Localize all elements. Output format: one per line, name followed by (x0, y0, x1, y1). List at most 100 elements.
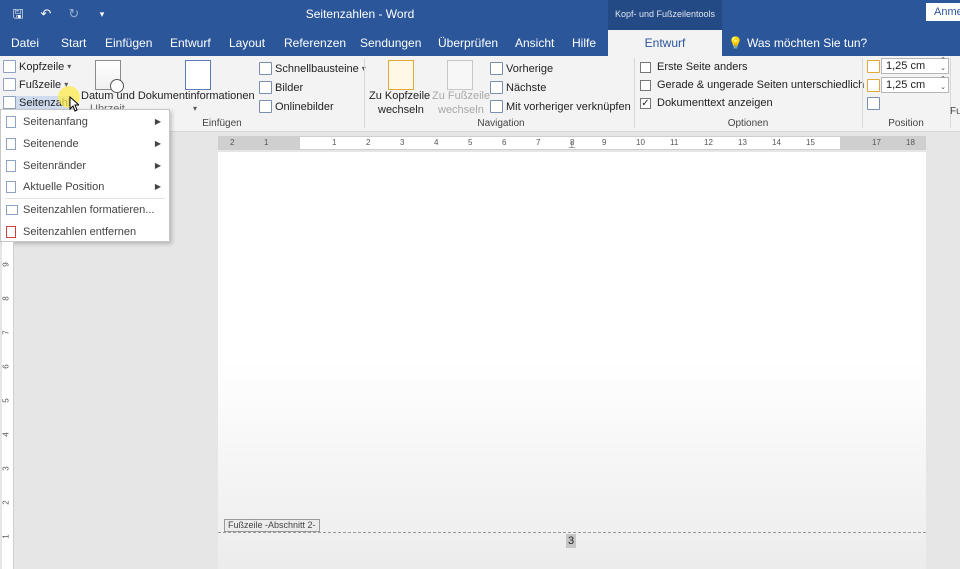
ruler-number: 9 (1, 262, 11, 267)
quick-parts-icon (259, 62, 272, 75)
tab-einfuegen[interactable]: Einfügen (105, 30, 152, 56)
ruler-number: 6 (502, 138, 507, 147)
document-info-caret[interactable]: ▾ (193, 104, 197, 113)
checkbox-checked-icon: ✓ (640, 97, 651, 109)
dokumenttext-checkbox[interactable]: ✓ Dokumenttext anzeigen (640, 97, 773, 109)
picture-icon (259, 81, 272, 94)
ruler-number: 3 (400, 138, 405, 147)
tab-stop-icon[interactable]: ⊥ (568, 140, 576, 151)
page-number-icon (3, 96, 16, 109)
footer-page-number[interactable]: 3 (566, 534, 576, 548)
ruler-number: 3 (1, 466, 11, 471)
footer-position-input[interactable]: 1,25 cm (881, 76, 949, 93)
submenu-arrow-icon: ▶ (154, 139, 161, 148)
menu-item-aktuelle-position[interactable]: Aktuelle Position ▶ (1, 176, 169, 198)
tab-datei[interactable]: Datei (11, 30, 39, 56)
ribbon-tabs: Datei Start Einfügen Entwurf Layout Refe… (0, 30, 960, 56)
link-to-previous-icon (490, 100, 503, 113)
header-position-input[interactable]: 1,25 cm (881, 57, 949, 74)
group-separator (364, 58, 365, 128)
ruler-number: 17 (872, 138, 881, 147)
header-icon (3, 60, 16, 73)
menu-item-seitenanfang[interactable]: Seitenanfang ▶ (1, 111, 169, 133)
tab-ueberpruefen[interactable]: Überprüfen (438, 30, 498, 56)
seitenzahl-dropdown-menu: Seitenanfang ▶ Seitenende ▶ Seitenränder… (0, 109, 170, 242)
onlinebilder-button[interactable]: Onlinebilder (259, 100, 334, 113)
gerade-ungerade-checkbox[interactable]: Gerade & ungerade Seiten unterschiedlich (640, 79, 864, 91)
mouse-pointer-icon (69, 96, 79, 112)
go-to-header-icon[interactable] (388, 60, 414, 90)
zu-fusszeile-label-2: wechseln (438, 104, 484, 116)
ruler-number: 10 (636, 138, 645, 147)
group-separator (950, 58, 951, 128)
insert-alignment-tab-icon[interactable] (867, 97, 880, 110)
menu-item-seitenende[interactable]: Seitenende ▶ (1, 133, 169, 155)
erste-seite-checkbox[interactable]: Erste Seite anders (640, 61, 748, 73)
calendar-icon[interactable] (95, 60, 124, 93)
ruler-number: 4 (1, 432, 11, 437)
footer-section-label: Fußzeile -Abschnitt 2- (224, 519, 320, 532)
footer-icon (3, 78, 16, 91)
tab-entwurf-kopffusszeile[interactable]: Entwurf (608, 30, 722, 56)
tab-start[interactable]: Start (61, 30, 86, 56)
tab-sendungen[interactable]: Sendungen (360, 30, 421, 56)
group-separator (862, 58, 863, 128)
tab-referenzen[interactable]: Referenzen (284, 30, 346, 56)
vertical-ruler[interactable]: 9 8 7 6 5 4 3 2 1 (2, 242, 14, 569)
ruler-number: 5 (1, 398, 11, 403)
document-info-icon[interactable] (185, 60, 211, 90)
context-tab-label: Kopf- und Fußzeilentools (608, 0, 722, 30)
menu-item-formatieren[interactable]: Seitenzahlen formatieren... (1, 199, 169, 221)
group-label-next: Fu (950, 106, 960, 117)
tab-hilfe[interactable]: Hilfe (572, 30, 596, 56)
remove-page-numbers-icon (6, 226, 16, 238)
submenu-arrow-icon: ▶ (154, 161, 161, 170)
vorherige-button[interactable]: Vorherige (490, 62, 553, 75)
ruler-number: 6 (1, 364, 11, 369)
menu-item-seitenraender[interactable]: Seitenränder ▶ (1, 155, 169, 177)
tab-ansicht[interactable]: Ansicht (515, 30, 554, 56)
verknuepfen-button[interactable]: Mit vorheriger verknüpfen (490, 100, 631, 113)
naechste-button[interactable]: Nächste (490, 81, 546, 94)
ruler-number: 5 (468, 138, 473, 147)
current-position-icon (6, 181, 16, 193)
fusszeile-button[interactable]: Fußzeile ▾ (3, 78, 68, 91)
horizontal-ruler[interactable]: 2 1 1 2 3 4 5 6 7 8 9 10 11 12 13 14 15 … (218, 136, 926, 150)
tell-me-search[interactable]: 💡 Was möchten Sie tun? (728, 30, 867, 56)
page-margin-icon (6, 160, 16, 172)
schnellbausteine-button[interactable]: Schnellbausteine▾ (259, 62, 366, 75)
group-label-optionen: Optionen (727, 118, 769, 129)
ruler-number: 1 (264, 138, 269, 147)
group-label-einfuegen: Einfügen (202, 118, 242, 129)
page-top-icon (6, 116, 16, 128)
page-bottom-icon (6, 138, 16, 150)
kopfzeile-button[interactable]: Kopfzeile ▾ (3, 60, 71, 73)
ruler-number: 18 (906, 138, 915, 147)
ruler-number: 12 (704, 138, 713, 147)
zu-kopfzeile-label-2: wechseln (378, 104, 424, 116)
ruler-number: 8 (1, 296, 11, 301)
signin-button[interactable]: Anme (926, 3, 960, 21)
ruler-number: 9 (602, 138, 607, 147)
checkbox-unchecked-icon (640, 79, 651, 91)
menu-item-entfernen[interactable]: Seitenzahlen entfernen (1, 221, 169, 243)
dropdown-caret-icon: ▾ (193, 104, 198, 113)
title-bar: 🖫 ↶ ↻ ▾ Seitenzahlen - Word Kopf- und Fu… (0, 0, 960, 30)
next-icon (490, 81, 503, 94)
group-separator (634, 58, 635, 128)
datum-uhrzeit-button[interactable]: Datum und Dokumentinformationen (81, 90, 255, 102)
ruler-number: 14 (772, 138, 781, 147)
ruler-number: 13 (738, 138, 747, 147)
submenu-arrow-icon: ▶ (154, 182, 161, 191)
bilder-button[interactable]: Bilder (259, 81, 303, 94)
footer-boundary-line (218, 532, 926, 533)
go-to-footer-icon (447, 60, 473, 90)
tab-entwurf[interactable]: Entwurf (170, 30, 211, 56)
ruler-number: 7 (536, 138, 541, 147)
tab-layout[interactable]: Layout (229, 30, 265, 56)
document-page[interactable] (218, 152, 926, 569)
format-page-numbers-icon (6, 205, 18, 215)
ruler-number: 2 (1, 500, 11, 505)
previous-icon (490, 62, 503, 75)
zu-kopfzeile-button[interactable]: Zu Kopfzeile (369, 90, 430, 102)
